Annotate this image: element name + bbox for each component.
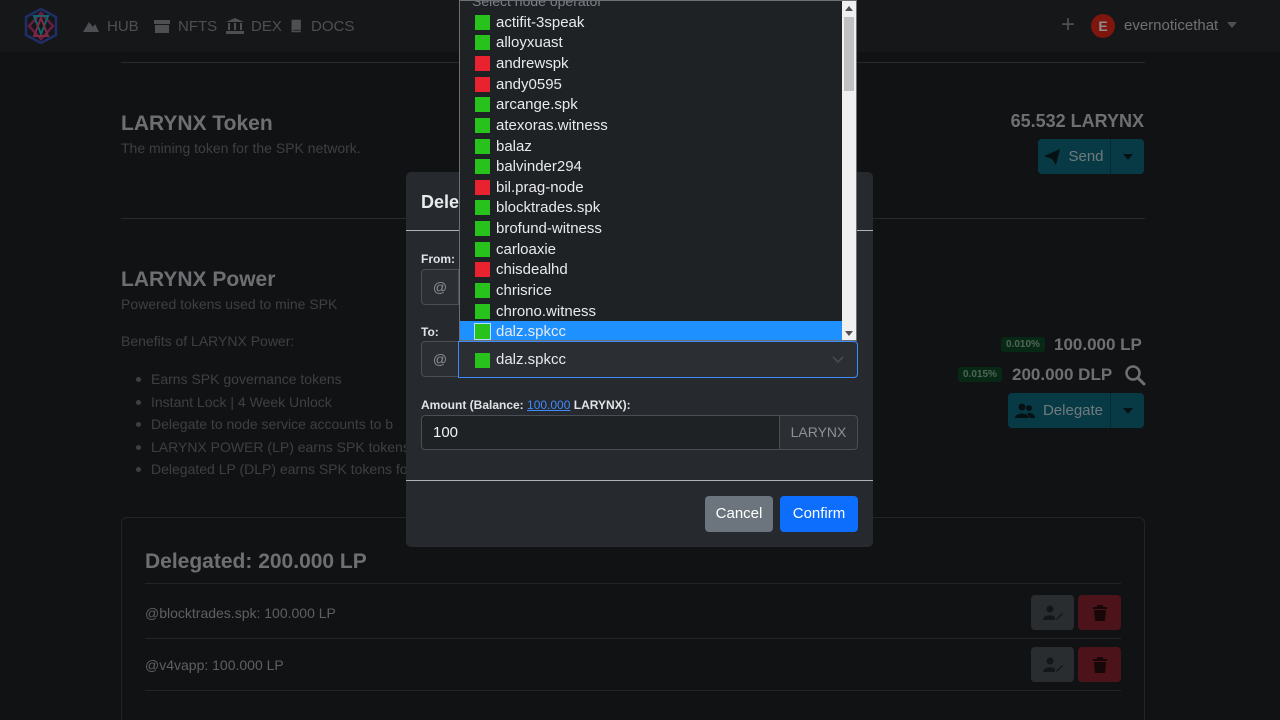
- status-red-square: [475, 262, 490, 278]
- dropdown-option[interactable]: chrisrice: [460, 280, 844, 301]
- status-green-square: [475, 221, 490, 237]
- option-label: blocktrades.spk: [496, 199, 601, 217]
- balance-link[interactable]: 100.000: [527, 398, 570, 412]
- dropdown-option[interactable]: bil.prag-node: [460, 177, 844, 198]
- scroll-down-icon[interactable]: [845, 331, 853, 336]
- modal-title: Dele: [421, 192, 460, 212]
- modal-footer-rule: [406, 480, 873, 481]
- dropdown-scrollbar[interactable]: [842, 1, 856, 340]
- option-label: andrewspk: [496, 55, 569, 73]
- status-green-square: [475, 138, 490, 154]
- option-label: bil.prag-node: [496, 178, 584, 196]
- option-label: balaz: [496, 137, 532, 155]
- status-green-square: [475, 97, 490, 113]
- status-green-square: [475, 353, 490, 368]
- scrollbar-thumb[interactable]: [844, 17, 854, 91]
- dropdown-option[interactable]: andrewspk: [460, 53, 844, 74]
- option-label: alloyxuast: [496, 34, 563, 52]
- dropdown-option[interactable]: balvinder294: [460, 156, 844, 177]
- dropdown-option[interactable]: balaz: [460, 136, 844, 157]
- dropdown-option[interactable]: chisdealhd: [460, 260, 844, 281]
- option-label: balvinder294: [496, 158, 582, 176]
- dropdown-placeholder: Select node operator: [472, 0, 602, 9]
- option-label: actifit-3speak: [496, 13, 585, 31]
- status-green-square: [475, 200, 490, 216]
- node-operator-select[interactable]: dalz.spkcc: [458, 341, 858, 378]
- from-label: From:: [421, 252, 455, 266]
- dropdown-option[interactable]: dalz.spkcc: [460, 321, 844, 341]
- from-at-prefix: @: [421, 269, 459, 305]
- dropdown-option[interactable]: alloyxuast: [460, 33, 844, 54]
- option-label: atexoras.witness: [496, 116, 608, 134]
- option-label: arcange.spk: [496, 96, 578, 114]
- cancel-button[interactable]: Cancel: [705, 496, 773, 532]
- dropdown-option[interactable]: arcange.spk: [460, 95, 844, 116]
- node-operator-dropdown[interactable]: Select node operator actifit-3speak alloy…: [459, 0, 857, 341]
- scroll-up-icon[interactable]: [845, 6, 853, 11]
- amount-input[interactable]: 100: [421, 415, 780, 450]
- dropdown-option[interactable]: carloaxie: [460, 239, 844, 260]
- option-label: chrono.witness: [496, 302, 597, 320]
- to-label: To:: [421, 325, 439, 339]
- option-label: carloaxie: [496, 240, 557, 258]
- dropdown-option[interactable]: andy0595: [460, 74, 844, 95]
- dropdown-option[interactable]: brofund-witness: [460, 218, 844, 239]
- amount-label-suffix: LARYNX):: [573, 398, 631, 412]
- status-green-square: [474, 323, 491, 340]
- dropdown-option[interactable]: atexoras.witness: [460, 115, 844, 136]
- status-red-square: [475, 56, 490, 72]
- to-at-prefix: @: [421, 341, 459, 377]
- dropdown-option[interactable]: actifit-3speak: [460, 12, 844, 33]
- amount-label: Amount (Balance: 100.000 LARYNX):: [421, 398, 631, 412]
- dropdown-option[interactable]: blocktrades.spk: [460, 198, 844, 219]
- status-green-square: [475, 14, 490, 30]
- option-label: chrisrice: [496, 281, 552, 299]
- status-green-square: [475, 303, 490, 319]
- confirm-button[interactable]: Confirm: [780, 496, 858, 532]
- amount-label-prefix: Amount (Balance:: [421, 398, 524, 412]
- status-green-square: [475, 159, 490, 175]
- amount-unit: LARYNX: [779, 415, 858, 450]
- option-label: brofund-witness: [496, 220, 602, 238]
- status-green-square: [475, 241, 490, 257]
- dropdown-options: actifit-3speak alloyxuast andrewspk andy059…: [460, 12, 844, 341]
- chevron-down-icon: [832, 356, 844, 364]
- status-green-square: [475, 117, 490, 133]
- option-label: dalz.spkcc: [496, 323, 567, 341]
- status-red-square: [475, 179, 490, 195]
- dropdown-option[interactable]: chrono.witness: [460, 301, 844, 322]
- option-label: chisdealhd: [496, 261, 568, 279]
- option-label: andy0595: [496, 75, 562, 93]
- selected-operator: dalz.spkcc: [496, 351, 567, 368]
- status-green-square: [475, 282, 490, 298]
- status-red-square: [475, 76, 490, 92]
- status-green-square: [475, 35, 490, 51]
